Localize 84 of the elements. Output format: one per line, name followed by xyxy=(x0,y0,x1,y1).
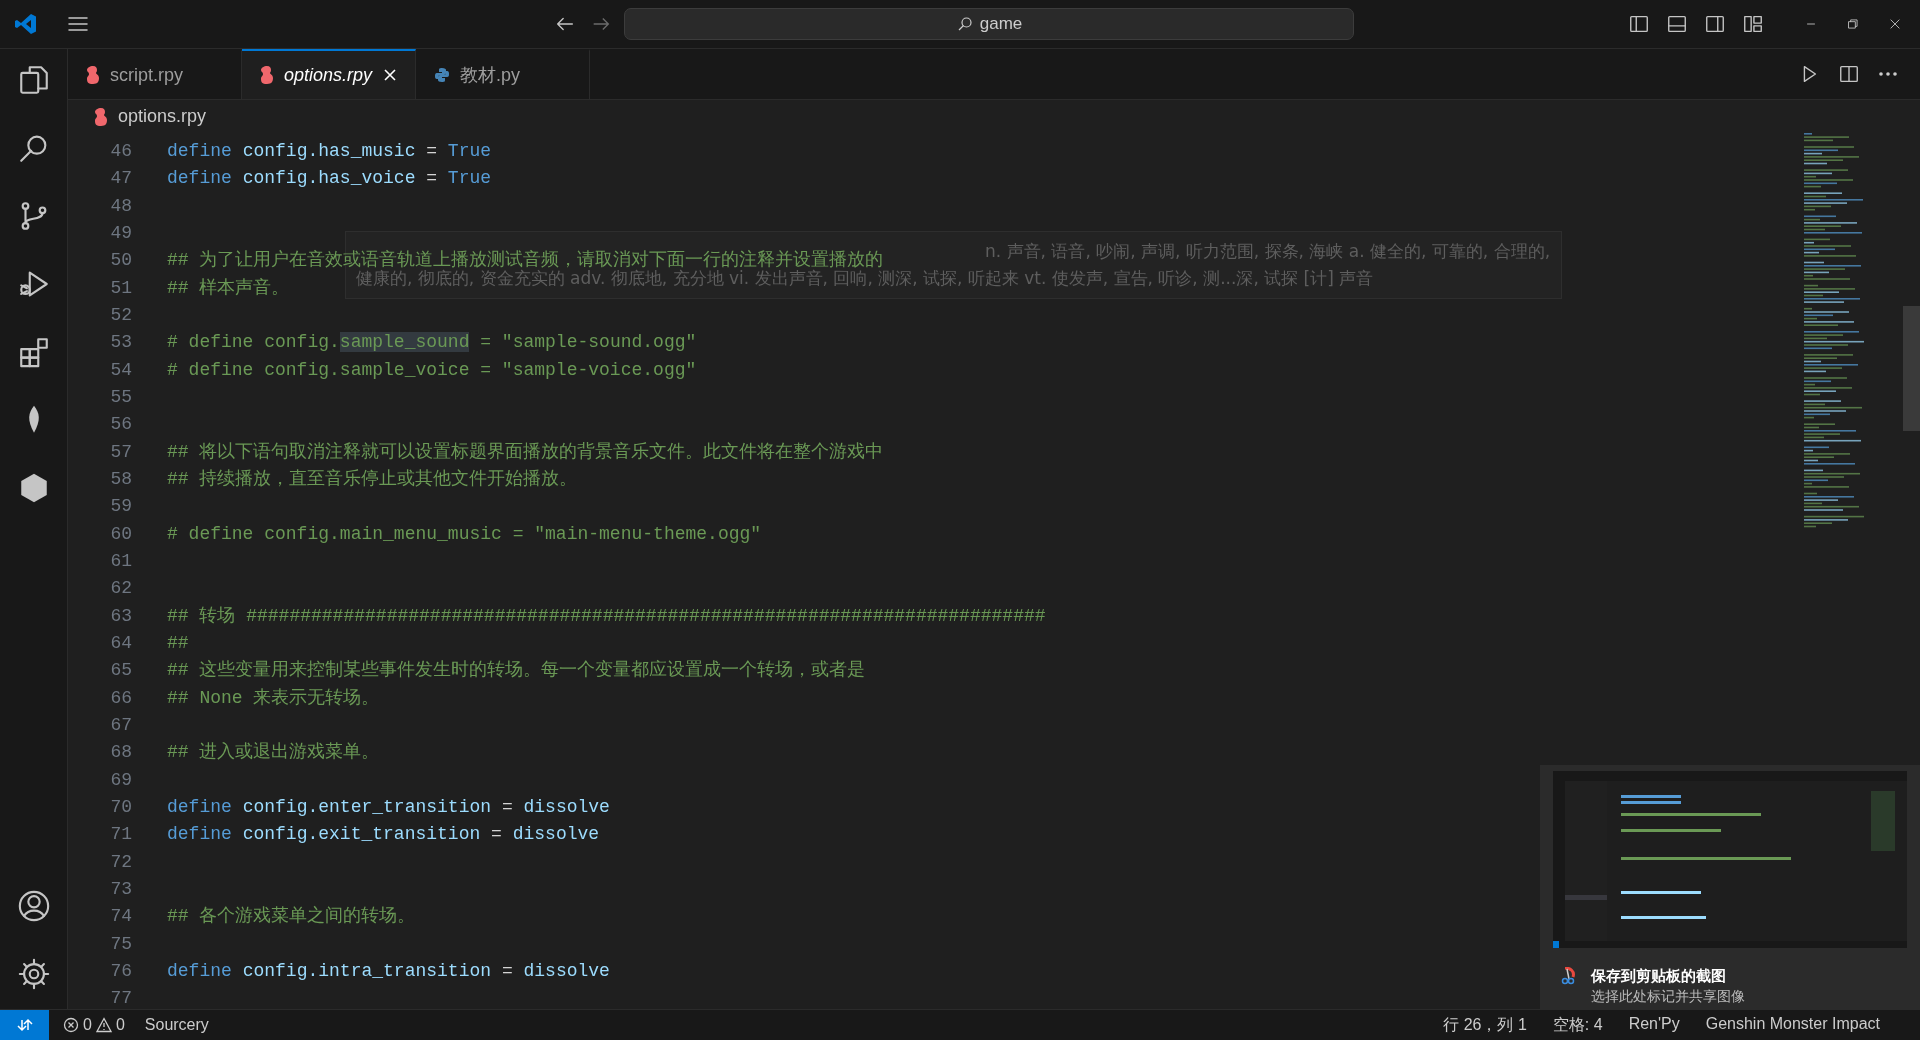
warning-icon xyxy=(95,1017,112,1033)
code-line: define config.has_voice = True xyxy=(167,167,492,191)
remote-button[interactable] xyxy=(0,1009,49,1040)
settings-icon[interactable] xyxy=(16,957,51,991)
secondary-sidebar-icon[interactable] xyxy=(1704,13,1726,35)
notification-title: 保存到剪贴板的截图 xyxy=(1591,967,1727,986)
line-number: 72 xyxy=(109,850,132,874)
panel-layout-icon[interactable] xyxy=(1666,13,1688,35)
line-number: 73 xyxy=(109,877,132,901)
status-item[interactable]: 行 26，列 1 xyxy=(1443,1014,1527,1036)
sidebar-layout-icon[interactable] xyxy=(1628,13,1650,35)
code-line: ## 这些变量用来控制某些事件发生时的转场。每一个变量都应设置成一个转场，或者是 xyxy=(167,659,866,683)
editor-tab[interactable]: options.rpy xyxy=(242,49,416,99)
split-editor-icon[interactable] xyxy=(1838,63,1860,85)
screenshot-notification[interactable]: 保存到剪贴板的截图 选择此处标记并共享图像 xyxy=(1540,765,1920,1009)
more-icon[interactable] xyxy=(1878,71,1898,77)
line-number: 54 xyxy=(109,358,132,382)
renpy-file-icon xyxy=(94,106,108,127)
line-number: 66 xyxy=(109,686,132,710)
line-number: 56 xyxy=(109,413,132,437)
error-icon xyxy=(63,1017,79,1033)
account-icon[interactable] xyxy=(16,889,51,923)
code-line: ## 各个游戏菜单之间的转场。 xyxy=(167,905,416,929)
code-line: define config.exit_transition = dissolve xyxy=(167,823,600,847)
line-number: 64 xyxy=(109,631,132,655)
line-number: 69 xyxy=(109,768,132,792)
code-line: ## 样本声音。 xyxy=(167,276,290,300)
line-number: 77 xyxy=(109,987,132,1009)
line-number: 68 xyxy=(109,741,132,765)
problems-status[interactable]: 0 0 xyxy=(63,1016,125,1034)
code-line: ## 为了让用户在音效或语音轨道上播放测试音频，请取消对下面一行的注释并设置播放的 xyxy=(167,249,884,271)
code-line: # define config.sample_voice = "sample-voice.ogg" xyxy=(167,358,697,382)
line-number: 67 xyxy=(109,713,132,737)
close-icon[interactable] xyxy=(383,68,397,82)
code-line: # define config.main_menu_music = "main-menu-theme.ogg" xyxy=(167,522,762,546)
line-number: 75 xyxy=(109,932,132,956)
code-line: ## xyxy=(167,631,189,655)
line-number: 59 xyxy=(109,495,132,519)
line-number: 50 xyxy=(109,249,132,273)
notification-message: 选择此处标记并共享图像 xyxy=(1591,988,1745,1006)
search-field[interactable]: game xyxy=(624,8,1354,40)
line-number: 63 xyxy=(109,604,132,628)
restore-icon[interactable] xyxy=(1846,17,1860,31)
line-number: 61 xyxy=(109,549,132,573)
line-number: 47 xyxy=(109,167,132,191)
renpy-file-icon xyxy=(260,65,274,85)
status-item[interactable]: 空格: 4 xyxy=(1552,1014,1603,1036)
breadcrumb[interactable]: options.rpy xyxy=(118,106,207,127)
code-line: ## 将以下语句取消注释就可以设置标题界面播放的背景音乐文件。此文件将在整个游戏中 xyxy=(167,440,884,464)
line-number: 74 xyxy=(109,905,132,929)
line-number: 51 xyxy=(109,276,132,300)
line-number: 52 xyxy=(109,303,132,327)
line-number: 58 xyxy=(109,467,132,491)
snipping-tool-icon xyxy=(1561,967,1577,985)
line-number: 55 xyxy=(109,385,132,409)
customize-layout-icon[interactable] xyxy=(1742,13,1764,35)
code-line: define config.intra_transition = dissolve xyxy=(167,959,610,983)
code-line: ## 转场 ########################################################################## xyxy=(167,604,1046,628)
line-number: 53 xyxy=(109,331,132,355)
code-line: ## None 来表示无转场。 xyxy=(167,686,380,710)
app-logo xyxy=(14,12,38,36)
line-number: 57 xyxy=(109,440,132,464)
line-number: 76 xyxy=(109,959,132,983)
remote-icon xyxy=(15,1016,34,1034)
line-number: 46 xyxy=(109,140,132,163)
line-number: 71 xyxy=(109,823,132,847)
line-number: 48 xyxy=(109,194,132,218)
renpy-file-icon xyxy=(86,65,100,85)
scrollbar-thumb[interactable] xyxy=(1903,306,1920,431)
line-number: 49 xyxy=(109,222,132,245)
line-number: 65 xyxy=(109,659,132,683)
code-line: ## 进入或退出游戏菜单。 xyxy=(167,741,380,765)
code-line: # define config.sample_sound = "sample-sound.ogg" xyxy=(167,331,697,355)
close-icon[interactable] xyxy=(1888,17,1902,31)
line-number: 70 xyxy=(109,795,132,819)
status-item[interactable]: Ren'Py xyxy=(1628,1014,1680,1036)
status-item[interactable]: Genshin Monster Impact xyxy=(1705,1014,1880,1036)
code-line: define config.enter_transition = dissolve xyxy=(167,795,610,819)
python-file-icon xyxy=(434,67,450,83)
code-line: define config.has_music = True xyxy=(167,140,492,163)
code-line: ## 持续播放，直至音乐停止或其他文件开始播放。 xyxy=(167,467,578,491)
line-number: 60 xyxy=(109,522,132,546)
status-item[interactable]: Sourcery xyxy=(144,1016,209,1034)
line-number: 62 xyxy=(109,577,132,601)
